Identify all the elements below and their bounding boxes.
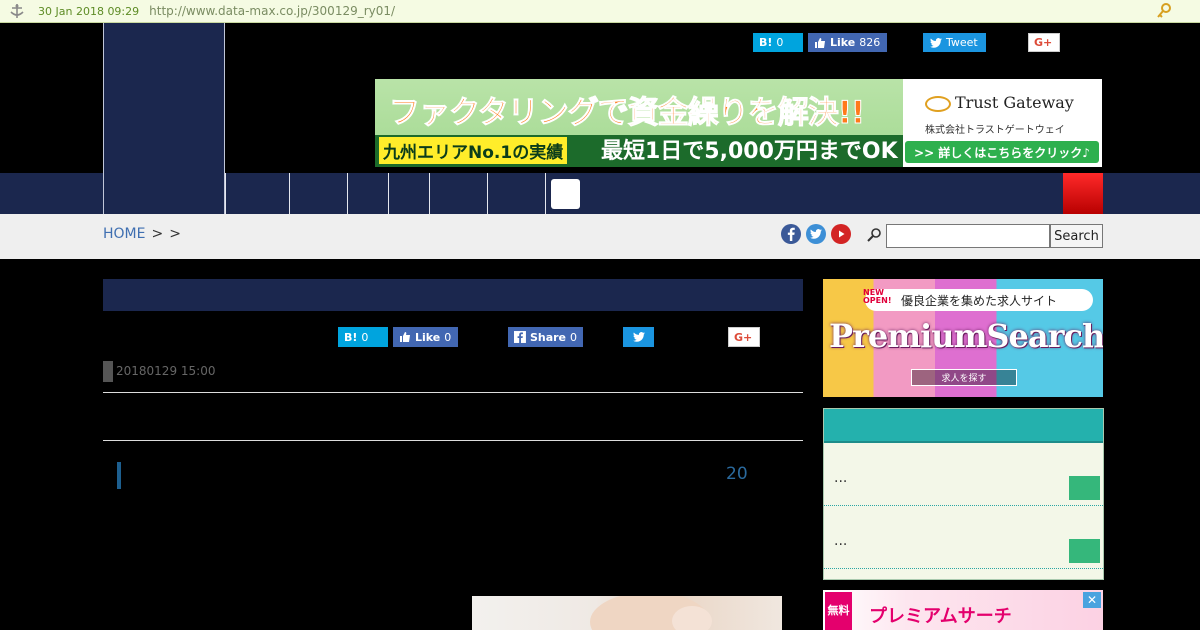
divider: [103, 440, 803, 441]
premium-ad-button[interactable]: 求人を探す: [911, 369, 1017, 386]
key-icon[interactable]: [1156, 3, 1172, 19]
premium-ad-new-label: NEW OPEN!: [863, 288, 892, 305]
list-item-button[interactable]: [1069, 539, 1100, 563]
free-tag: 無料: [825, 592, 852, 630]
close-icon[interactable]: ✕: [1083, 592, 1101, 608]
ad-company: 株式会社トラストゲートウェイ: [925, 125, 1065, 136]
premium-ad2-text: プレミアムサーチ: [869, 606, 1012, 627]
fb-like-label: Like: [415, 330, 441, 344]
premium-search-ad[interactable]: 優良企業を集めた求人サイト NEW OPEN! PremiumSearch 求人…: [823, 279, 1103, 397]
breadcrumb-home-link[interactable]: HOME: [103, 226, 145, 242]
archive-toolbar: 30 Jan 2018 09:29 http://www.data-max.co…: [0, 0, 1200, 23]
divider: [103, 392, 803, 393]
factoring-ad-banner[interactable]: ファクタリングで資金繰りを解決!! 九州エリアNo.1の実績 最短1日で5,00…: [375, 79, 1102, 167]
google-plus-icon: G+: [1034, 36, 1053, 49]
ad-left-panel: ファクタリングで資金繰りを解決!! 九州エリアNo.1の実績 最短1日で5,00…: [375, 79, 903, 167]
premium-ad-tagline: 優良企業を集めた求人サイト: [865, 289, 1093, 311]
hatena-icon: B!: [759, 36, 773, 49]
ad-cta-button[interactable]: >> 詳しくはこちらをクリック♪: [905, 141, 1099, 163]
list-item-button[interactable]: [1069, 476, 1100, 500]
archive-url[interactable]: http://www.data-max.co.jp/300129_ry01/: [149, 4, 395, 18]
facebook-f-icon: [514, 331, 526, 343]
hatena-count: 0: [361, 330, 369, 344]
list-item-text: ...: [834, 470, 848, 486]
fb-like-count: 826: [859, 36, 881, 49]
hatena-bookmark-button[interactable]: B! 0: [753, 33, 803, 52]
fb-like-label: Like: [830, 36, 856, 49]
premium-ad-title: PremiumSearch: [829, 317, 1103, 355]
thumbs-up-icon: [815, 37, 825, 48]
nav-separator: [388, 173, 389, 214]
premium-search-ad-2[interactable]: 無料 プレミアムサーチ ✕: [823, 590, 1103, 630]
nav-separator: [487, 173, 488, 214]
hatena-count: 0: [776, 36, 784, 49]
search-button[interactable]: Search: [1050, 224, 1103, 248]
list-item[interactable]: ...: [824, 443, 1103, 506]
ad-badge: 九州エリアNo.1の実績: [379, 137, 568, 164]
facebook-like-button[interactable]: Like 826: [808, 33, 887, 52]
nav-highlight-button[interactable]: [1063, 173, 1103, 214]
google-plus-button[interactable]: G+: [1028, 33, 1060, 52]
fb-like-count: 0: [444, 330, 452, 344]
nav-separator: [429, 173, 430, 214]
ad-brand: Trust Gateway: [925, 93, 1074, 112]
photo-hand-shape: [672, 606, 712, 630]
site-logo-overlay[interactable]: [103, 23, 225, 215]
tweet-label: Tweet: [946, 36, 978, 49]
article-fb-share-button[interactable]: Share 0: [508, 327, 583, 347]
subheading-marker: [117, 462, 121, 489]
google-plus-icon: G+: [734, 330, 753, 344]
trust-gateway-logo-icon: [925, 95, 951, 112]
nav-separator: [347, 173, 348, 214]
article-title-bar: [103, 279, 803, 311]
facebook-icon[interactable]: [781, 224, 801, 244]
thumbs-up-icon: [400, 332, 410, 342]
list-item[interactable]: ...: [824, 506, 1103, 569]
nav-home-button[interactable]: [551, 179, 580, 209]
fb-share-label: Share: [529, 330, 566, 344]
breadcrumb-separator: >: [169, 226, 181, 242]
tweet-button[interactable]: Tweet: [923, 33, 986, 52]
list-item-text: ...: [834, 533, 848, 549]
ad-brand-name: Trust Gateway: [955, 93, 1074, 112]
nav-separator: [225, 173, 226, 214]
article-google-plus-button[interactable]: G+: [728, 327, 760, 347]
archive-date: 30 Jan 2018 09:29: [38, 4, 140, 18]
widget-header: [824, 409, 1103, 443]
article-hatena-button[interactable]: B! 0: [338, 327, 388, 347]
article-date: 20180129 15:00: [116, 364, 216, 378]
nav-separator: [545, 173, 546, 214]
breadcrumb-separator: >: [151, 226, 164, 242]
article-photo: [472, 596, 782, 630]
article-fb-like-button[interactable]: Like 0: [393, 327, 458, 347]
search-icon: [866, 227, 882, 243]
ad-right-panel: Trust Gateway 株式会社トラストゲートウェイ >> 詳しくはこちらを…: [903, 79, 1102, 167]
nav-separator: [289, 173, 290, 214]
twitter-bird-icon: [632, 332, 645, 342]
youtube-icon[interactable]: [831, 224, 851, 244]
twitter-icon[interactable]: [806, 224, 826, 244]
subheading-number: 20: [726, 464, 748, 484]
search-input[interactable]: [886, 224, 1050, 248]
hatena-icon: B!: [344, 330, 358, 344]
archive-logo-icon[interactable]: [8, 3, 26, 19]
ad-subline: 最短1日で5,000万円までOK: [601, 139, 898, 164]
ad-headline: ファクタリングで資金繰りを解決!!: [388, 95, 865, 132]
article-tweet-button[interactable]: [623, 327, 654, 347]
breadcrumb: HOME > >: [103, 226, 181, 242]
date-marker: [103, 361, 113, 382]
sidebar-widget: ... ...: [823, 408, 1104, 580]
fb-share-count: 0: [570, 330, 577, 344]
twitter-bird-icon: [930, 37, 942, 48]
